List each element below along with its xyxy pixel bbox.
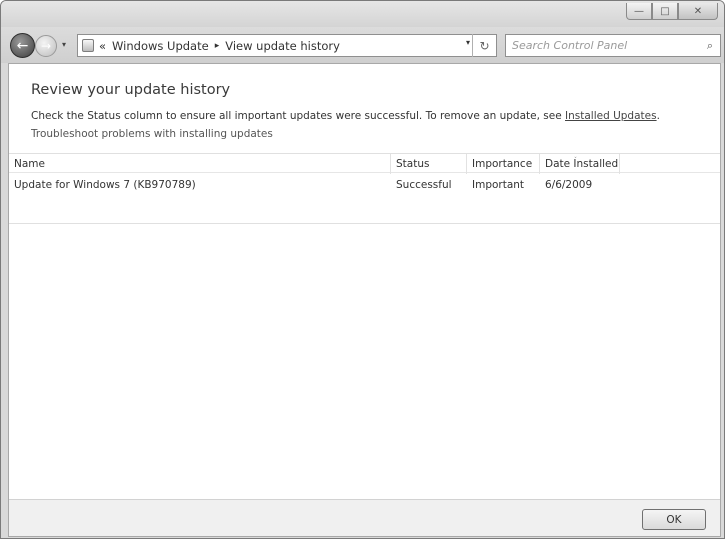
column-header-name[interactable]: Name (9, 154, 391, 174)
search-box[interactable]: ⌕ (505, 34, 721, 57)
close-button[interactable]: ✕ (678, 3, 718, 20)
update-list-header: Name Status Importance ˇ Date Installed (9, 153, 720, 174)
column-header-status[interactable]: Status (391, 154, 467, 174)
minimize-button[interactable]: — (626, 3, 652, 20)
recent-pages-dropdown-icon[interactable]: ▾ (62, 40, 66, 49)
breadcrumb-separator-icon[interactable]: ▸ (215, 41, 220, 51)
update-importance-cell: Important (472, 179, 525, 191)
page-description: Check the Status column to ensure all im… (31, 110, 660, 122)
column-header-date-label: Date Installed (545, 158, 619, 170)
refresh-icon: ↻ (479, 38, 490, 53)
breadcrumb-view-update-history[interactable]: View update history (225, 39, 340, 53)
back-button[interactable]: ← (10, 33, 35, 58)
update-history-window: — □ ✕ ← → ▾ « Windows Update ▸ View upda… (0, 0, 725, 539)
dialog-footer: OK (9, 499, 720, 536)
troubleshoot-link[interactable]: Troubleshoot problems with installing up… (31, 128, 273, 140)
maximize-icon: □ (660, 5, 670, 17)
refresh-button[interactable]: ↻ (472, 34, 496, 57)
navigation-bar: ← → ▾ « Windows Update ▸ View update his… (1, 27, 724, 63)
page-title: Review your update history (31, 82, 231, 98)
update-name-cell: Update for Windows 7 (KB970789) (14, 179, 196, 191)
forward-button[interactable]: → (35, 35, 57, 57)
content-pane: Review your update history Check the Sta… (8, 63, 721, 537)
back-arrow-icon: ← (16, 37, 29, 54)
address-bar[interactable]: « Windows Update ▸ View update history ▾… (77, 34, 497, 57)
update-status-cell: Successful (396, 179, 452, 191)
sort-indicator-icon: ˇ (574, 157, 577, 164)
search-input[interactable] (506, 35, 700, 56)
caption-buttons: — □ ✕ (626, 3, 718, 20)
update-date-cell: 6/6/2009 (545, 179, 593, 191)
breadcrumb-windows-update[interactable]: Windows Update (112, 39, 209, 53)
address-dropdown-icon[interactable]: ▾ (466, 38, 470, 47)
close-icon: ✕ (693, 5, 703, 17)
control-panel-icon (82, 39, 94, 52)
list-divider (9, 223, 720, 224)
maximize-button[interactable]: □ (652, 3, 678, 20)
description-period: . (656, 110, 660, 122)
column-header-date-installed[interactable]: ˇ Date Installed (540, 154, 620, 174)
description-text: Check the Status column to ensure all im… (31, 110, 565, 122)
title-bar: — □ ✕ (1, 1, 724, 27)
ok-button[interactable]: OK (642, 509, 706, 530)
installed-updates-link[interactable]: Installed Updates (565, 110, 657, 122)
table-row[interactable]: Update for Windows 7 (KB970789) Successf… (9, 176, 720, 194)
forward-arrow-icon: → (40, 39, 52, 53)
address-overflow-chevron[interactable]: « (99, 39, 106, 53)
minimize-icon: — (634, 5, 644, 17)
column-header-importance[interactable]: Importance (467, 154, 540, 174)
search-icon[interactable]: ⌕ (700, 39, 720, 53)
